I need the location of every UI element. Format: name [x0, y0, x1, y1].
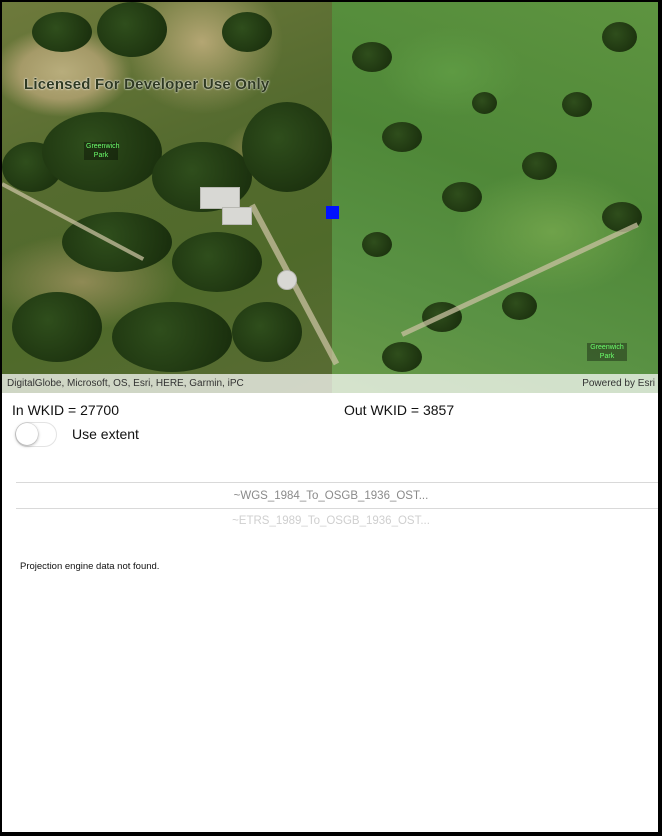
status-message: Projection engine data not found.: [20, 561, 160, 572]
license-watermark: Licensed For Developer Use Only: [24, 76, 270, 93]
powered-by-esri[interactable]: Powered by Esri: [582, 374, 655, 393]
place-label: Greenwich Park: [587, 343, 627, 361]
tree-cluster: [32, 12, 92, 52]
tree-cluster: [382, 342, 422, 372]
building: [200, 187, 240, 209]
building: [222, 207, 252, 225]
tree-cluster: [222, 12, 272, 52]
picker-option[interactable]: ~ETRS_1989_To_OSGB_1936_OST...: [16, 515, 646, 527]
tree-cluster: [362, 232, 392, 257]
place-label: Greenwich Park: [84, 142, 120, 160]
tree-cluster: [352, 42, 392, 72]
tree-cluster: [472, 92, 497, 114]
tree-cluster: [382, 122, 422, 152]
picker-divider: [16, 482, 658, 483]
out-wkid-label: Out WKID = 3857: [344, 402, 455, 418]
tree-cluster: [172, 232, 262, 292]
tree-cluster: [502, 292, 537, 320]
in-wkid-label: In WKID = 27700: [12, 402, 120, 418]
app-window: Licensed For Developer Use Only Greenwic…: [2, 2, 658, 832]
toggle-knob: [16, 423, 38, 445]
tree-cluster: [97, 2, 167, 57]
tree-cluster: [12, 292, 102, 362]
observatory-dome: [277, 270, 297, 290]
picker-divider: [16, 508, 658, 509]
attribution-text: DigitalGlobe, Microsoft, OS, Esri, HERE,…: [7, 378, 244, 389]
tree-cluster: [562, 92, 592, 117]
transformation-picker[interactable]: ~WGS_1984_To_OSGB_1936_OST... ~ETRS_1989…: [16, 482, 658, 532]
tree-cluster: [232, 302, 302, 362]
picker-option-selected[interactable]: ~WGS_1984_To_OSGB_1936_OST...: [16, 490, 646, 502]
use-extent-toggle[interactable]: [15, 422, 57, 447]
tree-cluster: [522, 152, 557, 180]
tree-cluster: [442, 182, 482, 212]
tree-cluster: [112, 302, 232, 372]
point-marker: [326, 206, 339, 219]
attribution-bar: DigitalGlobe, Microsoft, OS, Esri, HERE,…: [2, 374, 658, 393]
use-extent-label: Use extent: [72, 426, 139, 442]
tree-cluster: [602, 22, 637, 52]
map-view[interactable]: Licensed For Developer Use Only Greenwic…: [2, 2, 658, 393]
tree-cluster: [242, 102, 332, 192]
